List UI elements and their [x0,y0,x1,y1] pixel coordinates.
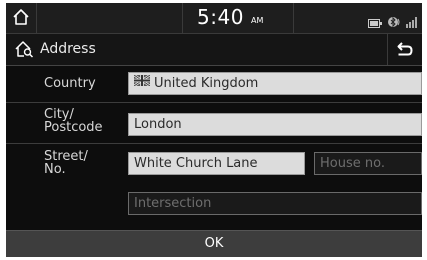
bluetooth-icon [387,13,401,32]
head-unit-screen: 5:40 AM Address Country United Kingdom C… [6,3,422,257]
back-icon [397,42,413,56]
home-icon [13,9,29,25]
clock-time: 5:40 [197,5,244,29]
country-field[interactable]: United Kingdom [128,72,422,95]
signal-icon [406,13,418,32]
uk-flag-icon [133,73,151,93]
navigation-home-icon [14,40,34,62]
screen-header: Address [6,34,422,66]
city-postcode-field[interactable]: London [128,113,422,136]
battery-icon [367,13,382,32]
status-icons [367,12,418,28]
back-button[interactable] [387,34,422,65]
ok-button[interactable]: OK [6,230,422,257]
ok-button-label: OK [204,236,224,251]
clock: 5:40 AM [182,3,294,33]
house-number-placeholder: House no. [320,156,385,171]
country-label: Country [44,76,96,91]
intersection-field[interactable]: Intersection [128,192,422,215]
street-value: White Church Lane [134,156,258,171]
city-value: London [134,117,182,132]
intersection-placeholder: Intersection [134,196,212,211]
page-title: Address [40,41,96,57]
country-value: United Kingdom [154,76,259,91]
divider [6,143,422,144]
city-label-line2: Postcode [44,120,103,135]
clock-ampm: AM [251,16,264,25]
home-button[interactable] [6,3,37,33]
house-number-field[interactable]: House no. [314,152,422,175]
street-label-line2: No. [44,162,66,177]
divider [6,102,422,103]
status-bar: 5:40 AM [6,3,422,34]
street-field[interactable]: White Church Lane [128,152,305,175]
